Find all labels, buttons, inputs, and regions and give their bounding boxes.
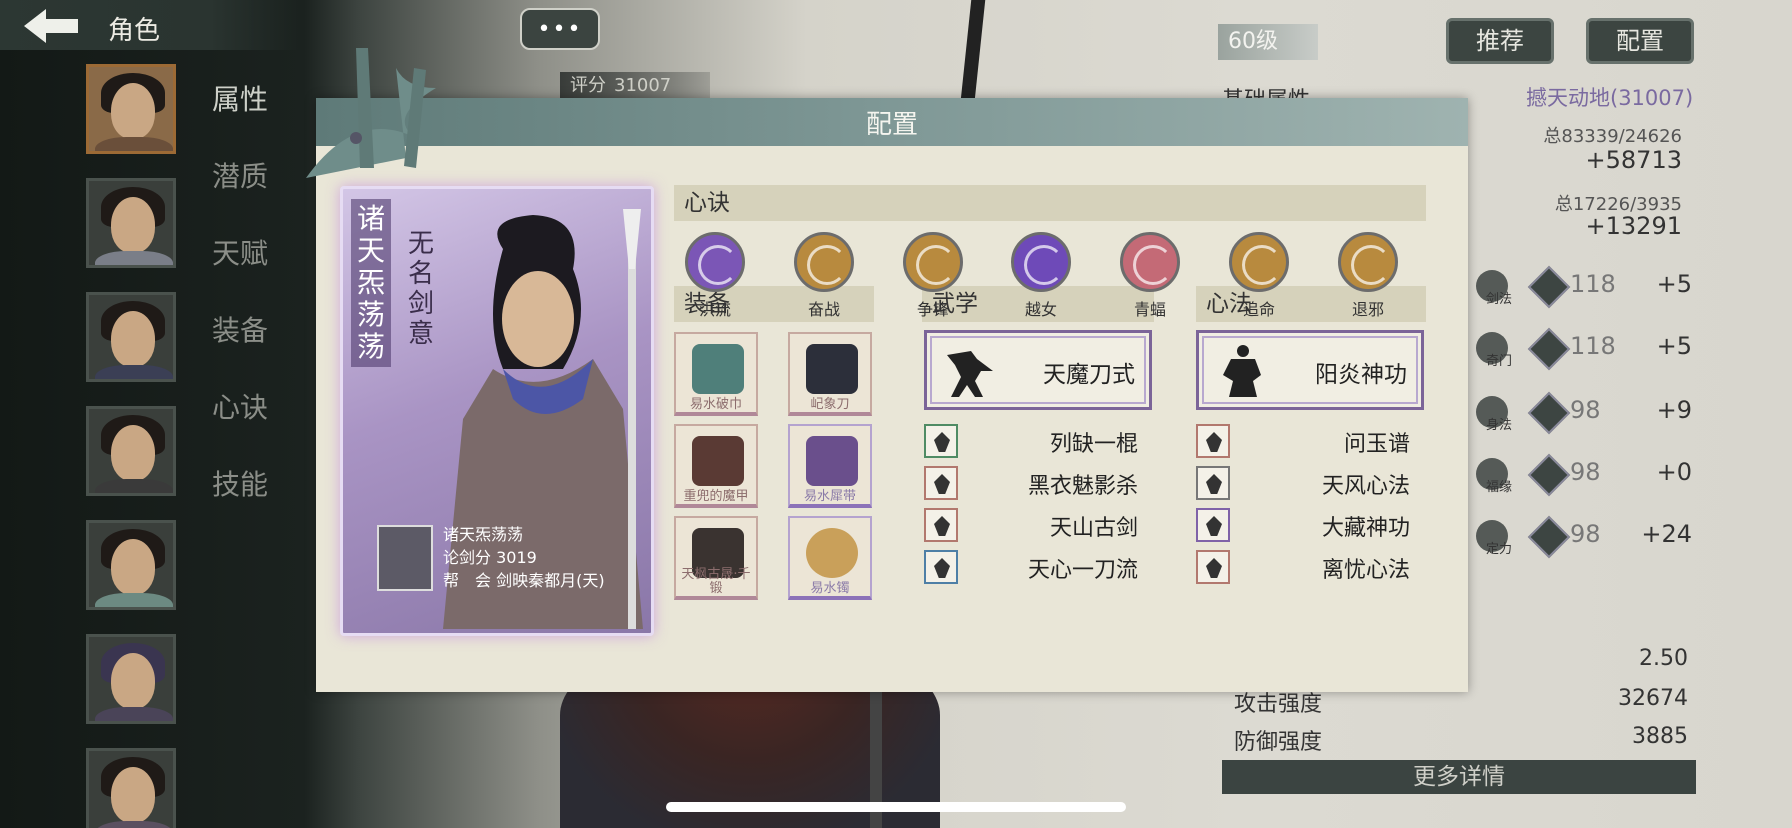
card-subtitle: 无名剑意 xyxy=(407,229,434,349)
section-xinjue: 心诀 xyxy=(674,185,1426,221)
equip-slot-armor[interactable]: 重兜的魔甲 xyxy=(674,424,758,508)
equip-slot-boots[interactable]: 天枫古晟·千锻 xyxy=(674,516,758,600)
xinfa-skill[interactable]: 天风心法 xyxy=(1196,466,1424,502)
home-indicator[interactable] xyxy=(666,802,1126,812)
player-guild: 帮 会 剑映秦都月(天) xyxy=(443,571,605,590)
armor-icon xyxy=(692,436,744,486)
player-avatar xyxy=(377,525,433,591)
headband-icon xyxy=(692,344,744,394)
character-card: 诸天炁荡荡 无名剑意 诸天炁荡荡 论剑分 3019 帮 会 剑映秦都月(天) xyxy=(340,186,654,636)
skill-icon xyxy=(1196,466,1230,500)
skill-icon xyxy=(1196,550,1230,584)
xinfa-skill[interactable]: 离忧心法 xyxy=(1196,550,1424,586)
xinjue-item[interactable]: 争锋 xyxy=(898,232,968,320)
xinjue-item[interactable]: 退邪 xyxy=(1333,232,1403,320)
wuxue-skill[interactable]: 天心一刀流 xyxy=(924,550,1152,586)
xinjue-item[interactable]: 奋战 xyxy=(789,232,859,320)
tuixie-icon xyxy=(1338,232,1398,292)
wuxue-main-skill[interactable]: 天魔刀式 xyxy=(924,330,1152,410)
skill-icon xyxy=(1196,508,1230,542)
zhengfeng-icon xyxy=(903,232,963,292)
skill-icon xyxy=(924,550,958,584)
xinfa-skill[interactable]: 大藏神功 xyxy=(1196,508,1424,544)
meditation-figure-icon xyxy=(1223,345,1261,397)
player-info: 诸天炁荡荡 论剑分 3019 帮 会 剑映秦都月(天) xyxy=(443,523,605,592)
equip-slot-weapon[interactable]: 屺象刀 xyxy=(788,332,872,416)
xinjue-item[interactable]: 洪流 xyxy=(680,232,750,320)
player-name: 诸天炁荡荡 xyxy=(443,525,524,544)
belt-icon xyxy=(806,436,858,486)
blade-icon xyxy=(806,344,858,394)
equip-slot-bracelet[interactable]: 易水镯 xyxy=(788,516,872,600)
qingfu-icon xyxy=(1120,232,1180,292)
fenzhan-icon xyxy=(794,232,854,292)
wuxue-skill[interactable]: 天山古剑 xyxy=(924,508,1152,544)
xinjue-item[interactable]: 追命 xyxy=(1224,232,1294,320)
yuenv-icon xyxy=(1011,232,1071,292)
xinfa-skill[interactable]: 问玉谱 xyxy=(1196,424,1424,460)
player-score: 论剑分 3019 xyxy=(443,548,537,567)
equip-slot-head[interactable]: 易水破巾 xyxy=(674,332,758,416)
equip-slot-belt[interactable]: 易水犀带 xyxy=(788,424,872,508)
martial-figure-icon xyxy=(947,351,993,397)
xinjue-item[interactable]: 青蝠 xyxy=(1115,232,1185,320)
skill-icon xyxy=(1196,424,1230,458)
bracelet-icon xyxy=(806,528,858,578)
wuxue-skill[interactable]: 黑衣魅影杀 xyxy=(924,466,1152,502)
card-title: 诸天炁荡荡 xyxy=(351,199,391,367)
config-modal: 配置 诸天炁荡荡 无名剑意 诸天炁荡荡 论剑分 3019 帮 会 剑映秦都月(天… xyxy=(306,48,1468,692)
skill-icon xyxy=(924,508,958,542)
xinjue-item[interactable]: 越女 xyxy=(1006,232,1076,320)
hongliu-icon xyxy=(685,232,745,292)
skill-icon xyxy=(924,424,958,458)
wuxue-skill[interactable]: 列缺一棍 xyxy=(924,424,1152,460)
zhuiming-icon xyxy=(1229,232,1289,292)
xinfa-main-skill[interactable]: 阳炎神功 xyxy=(1196,330,1424,410)
sword-ornament-icon xyxy=(306,48,436,178)
skill-icon xyxy=(924,466,958,500)
